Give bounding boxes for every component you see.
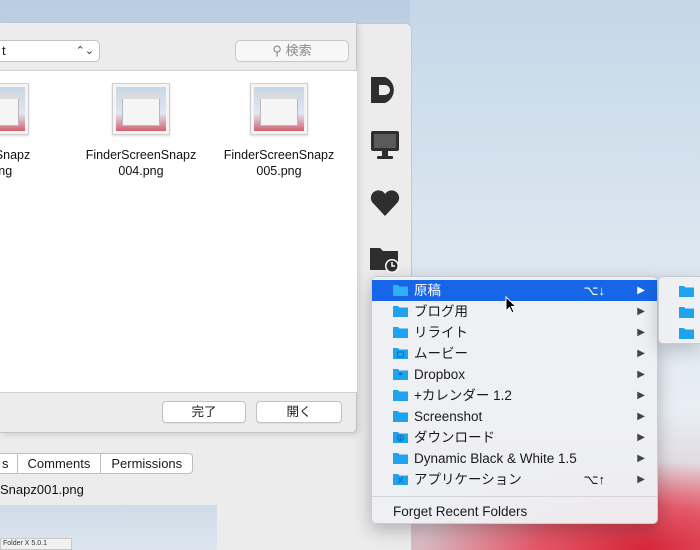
file-name: reenSnapz .png [0, 148, 31, 178]
menu-item[interactable]: +カレンダー 1.2 ▶ [372, 385, 657, 406]
submenu-arrow-icon: ▶ [637, 327, 645, 338]
submenu-arrow-icon: ▶ [637, 390, 645, 401]
menu-item[interactable]: ダウンロード ▶ [372, 427, 657, 448]
menu-item-shortcut: ⌥↓ [583, 283, 605, 298]
submenu-arrow-icon: ▶ [637, 369, 645, 380]
menu-item-label: 原稿 [414, 283, 441, 298]
path-popup-label: t [2, 43, 6, 58]
submenu-arrow-icon: ▶ [637, 306, 645, 317]
path-popup[interactable]: t ⌃⌄ [0, 40, 100, 62]
recent-folder-icon[interactable] [367, 242, 403, 276]
file-thumbnail [250, 83, 308, 135]
mouse-pointer-icon [505, 296, 517, 314]
dropbox-folder-icon [393, 369, 408, 380]
menu-item[interactable]: アプリケーション ⌥↑ ▶ [372, 469, 657, 490]
submenu-arrow-icon: ▶ [637, 411, 645, 422]
menu-item-label: Dropbox [414, 367, 466, 382]
submenu-arrow-icon: ▶ [637, 474, 645, 485]
file-item[interactable]: FinderScreenSnapz 005.png [219, 83, 339, 179]
menu-item-label: アプリケーション [414, 472, 522, 487]
document-icon[interactable] [367, 73, 403, 107]
menu-separator [372, 496, 657, 497]
menu-item[interactable]: Dropbox ▶ [372, 364, 657, 385]
folder-icon[interactable] [679, 285, 694, 297]
submenu [658, 276, 700, 344]
folder-icon [393, 390, 408, 401]
desktop-icon[interactable] [367, 128, 403, 162]
menu-item-label: ブログ用 [414, 304, 468, 319]
downloads-folder-icon [393, 432, 408, 443]
submenu-arrow-icon: ▶ [637, 348, 645, 359]
heart-icon[interactable] [367, 186, 403, 220]
file-name: FinderScreenSnapz 004.png [85, 148, 197, 178]
tab-comments[interactable]: Comments [18, 454, 102, 473]
menu-item[interactable]: Screenshot ▶ [372, 406, 657, 427]
submenu-arrow-icon: ▶ [637, 285, 645, 296]
folder-icon [393, 327, 408, 338]
search-icon: ⚲ [272, 43, 282, 58]
menu-item[interactable]: リライト ▶ [372, 322, 657, 343]
file-preview: Folder X 5.0.1 [0, 505, 217, 550]
applications-folder-icon [393, 474, 408, 485]
file-thumbnail [112, 83, 170, 135]
menu-item-label: +カレンダー 1.2 [414, 388, 512, 403]
folder-icon [393, 453, 408, 464]
file-item[interactable]: FinderScreenSnapz 004.png [81, 83, 201, 179]
file-item[interactable]: reenSnapz .png [0, 83, 60, 179]
folder-icon [393, 411, 408, 422]
submenu-arrow-icon: ▶ [637, 453, 645, 464]
info-file-name: Snapz001.png [0, 482, 84, 497]
menu-item-label: ダウンロード [414, 430, 495, 445]
menu-item-label: Screenshot [414, 409, 483, 424]
tab-permissions[interactable]: Permissions [101, 454, 192, 473]
folder-icon [393, 306, 408, 317]
submenu-arrow-icon: ▶ [637, 432, 645, 443]
open-button[interactable]: 開く [256, 401, 342, 423]
menu-item-label: ムービー [414, 346, 468, 361]
search-field[interactable]: ⚲ 検索 [235, 40, 349, 62]
up-down-chevron-icon: ⌃⌄ [75, 45, 94, 57]
preview-caption: Folder X 5.0.1 [0, 538, 72, 550]
search-placeholder: 検索 [285, 43, 312, 58]
done-button[interactable]: 完了 [162, 401, 246, 423]
file-thumbnail [0, 83, 29, 135]
forget-recent-folders-item[interactable]: Forget Recent Folders [393, 504, 527, 519]
tab-general[interactable]: s [0, 454, 18, 473]
info-tabs: s Comments Permissions [0, 453, 194, 474]
folder-icon [393, 285, 408, 296]
menu-item[interactable]: ムービー ▶ [372, 343, 657, 364]
open-dialog: t ⌃⌄ ⚲ 検索 reenSnapz .png FinderScreenSna… [0, 23, 357, 433]
movies-folder-icon [393, 348, 408, 359]
file-browser[interactable]: reenSnapz .png FinderScreenSnapz 004.png… [0, 70, 357, 393]
file-name: FinderScreenSnapz 005.png [223, 148, 335, 178]
menu-item-label: Dynamic Black & White 1.5 [414, 451, 577, 466]
folder-icon[interactable] [679, 306, 694, 318]
menu-item[interactable]: Dynamic Black & White 1.5 ▶ [372, 448, 657, 469]
folder-icon[interactable] [679, 327, 694, 339]
menu-item-label: リライト [414, 325, 468, 340]
menu-item-shortcut: ⌥↑ [583, 472, 605, 487]
